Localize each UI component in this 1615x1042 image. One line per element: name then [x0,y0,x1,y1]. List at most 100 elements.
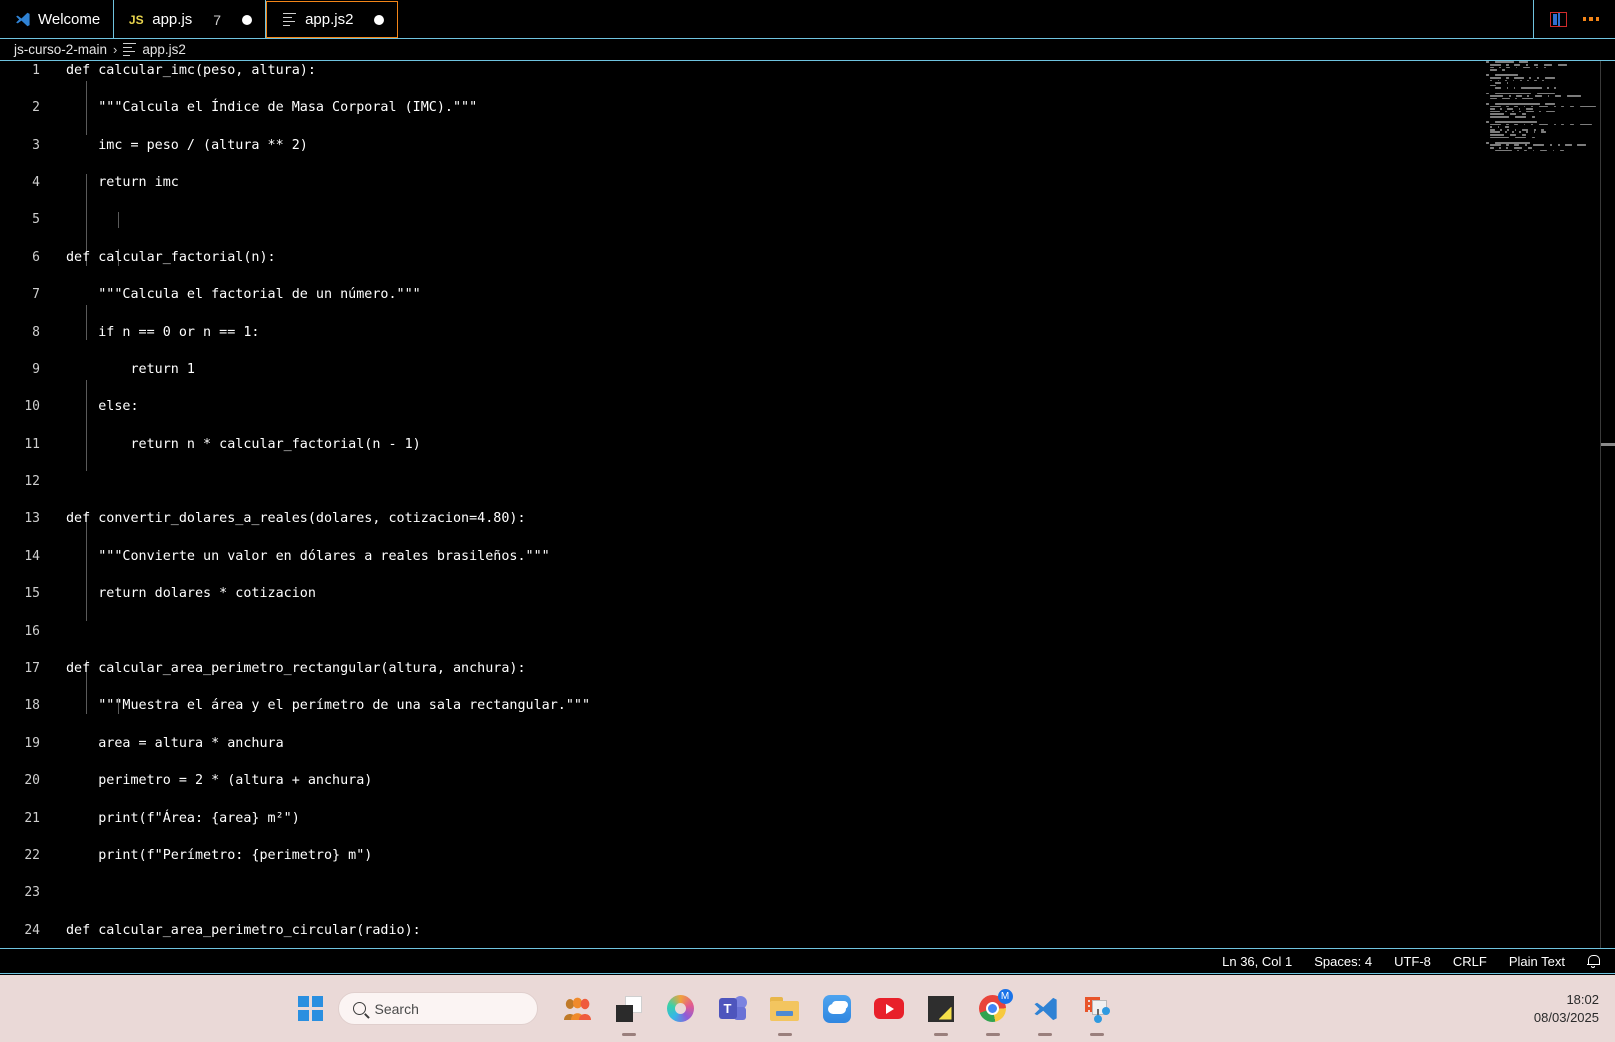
line-number: 14 [24,548,40,564]
breadcrumb-file[interactable]: app.js2 [142,42,186,57]
code-line[interactable]: 16 [0,622,1615,641]
snipping-tool-icon[interactable] [1081,993,1113,1025]
more-actions-icon[interactable] [1582,17,1599,21]
tab-label: Welcome [38,11,101,28]
line-content: """Calcula el Índice de Masa Corporal (I… [66,100,478,116]
code-line[interactable]: 23 [0,884,1615,903]
editor-scrollbar[interactable] [1601,61,1615,948]
line-number: 12 [24,474,40,490]
code-line[interactable]: 11 return n * calcular_factorial(n - 1) [0,435,1615,454]
code-line[interactable]: 22 print(f"Perímetro: {perimetro} m") [0,846,1615,865]
google-chrome-icon[interactable]: M [977,988,1013,1025]
chevron-right-icon: › [113,42,118,57]
minimap-line [1484,152,1597,155]
line-content: def calcular_area_perimetro_rectangular(… [66,661,526,677]
taskbar-clock[interactable]: 18:02 08/03/2025 [1534,975,1599,1042]
code-line[interactable]: 24 def calcular_area_perimetro_circular(r… [0,921,1615,940]
minimap[interactable] [1484,61,1597,948]
youtube-icon[interactable] [873,993,905,1025]
line-number: 24 [24,922,40,938]
line-number: 5 [32,212,40,228]
code-line[interactable]: 12 [0,472,1615,491]
line-content: return 1 [66,361,195,377]
line-number: 17 [24,661,40,677]
bell-icon[interactable] [1587,954,1600,968]
code-line[interactable]: 15 return dolares * cotizacion [0,584,1615,603]
editor-actions [1534,0,1615,38]
tab-app-js2[interactable]: app.js2 [266,1,399,38]
windows-start-icon[interactable] [298,996,323,1021]
editor-tab-bar: Welcome JS app.js 7 app.js2 [0,0,1615,39]
microsoft-teams-icon[interactable]: T [717,993,749,1025]
plaintext-file-icon [280,11,298,29]
line-number: 13 [24,511,40,527]
copilot-icon[interactable] [665,993,697,1025]
task-view-icon[interactable] [613,993,645,1025]
status-indentation[interactable]: Spaces: 4 [1314,954,1372,969]
vscode-window: Welcome JS app.js 7 app.js2 js-curso-2-m… [0,0,1615,1042]
code-line[interactable]: 18 """Muestra el área y el perímetro de … [0,697,1615,716]
status-cursor-position[interactable]: Ln 36, Col 1 [1222,954,1292,969]
file-explorer-icon[interactable] [769,993,801,1025]
line-content: area = altura * anchura [66,735,284,751]
code-line[interactable]: 1 def calcular_imc(peso, altura): [0,61,1615,80]
code-line[interactable]: 17 def calcular_area_perimetro_rectangula… [0,659,1615,678]
code-line[interactable]: 2 """Calcula el Índice de Masa Corporal … [0,98,1615,117]
js-file-icon: JS [128,12,144,27]
line-content: """Convierte un valor en dólares a reale… [66,548,550,564]
line-content: return n * calcular_factorial(n - 1) [66,436,421,452]
code-line[interactable]: 8 if n == 0 or n == 1: [0,323,1615,342]
chrome-profile-badge: M [997,988,1013,1004]
code-line[interactable]: 3 imc = peso / (altura ** 2) [0,136,1615,155]
code-line[interactable]: 20 perimetro = 2 * (altura + anchura) [0,771,1615,790]
line-number: 19 [24,735,40,751]
code-line[interactable]: 7 """Calcula el factorial de un número."… [0,285,1615,304]
line-number: 10 [24,399,40,415]
onedrive-icon[interactable] [821,993,853,1025]
code-line[interactable]: 14 """Convierte un valor en dólares a re… [0,547,1615,566]
tab-bar-empty-space [398,0,1534,38]
search-placeholder: Search [374,1000,419,1017]
teams-letter: T [718,997,737,1019]
unsaved-indicator-dot[interactable] [374,14,385,25]
line-number: 18 [24,698,40,714]
people-icon[interactable] [561,993,593,1025]
line-number: 23 [24,885,40,901]
unsaved-indicator-dot[interactable] [242,14,253,25]
line-number: 9 [32,361,40,377]
line-content: print(f"Área: {area} m²") [66,810,300,826]
tab-welcome[interactable]: Welcome [0,0,115,39]
code-line[interactable]: 4 return imc [0,173,1615,192]
line-content: return imc [66,175,179,190]
line-content: perimetro = 2 * (altura + anchura) [66,773,373,789]
status-eol[interactable]: CRLF [1453,954,1487,969]
code-line[interactable]: 5 [0,211,1615,230]
line-content: """Muestra el área y el perímetro de una… [66,698,591,714]
tab-label: app.js2 [305,11,354,28]
code-line[interactable]: 10 else: [0,397,1615,416]
taskbar-items: Search T M [298,975,1113,1042]
plaintext-file-icon [123,42,137,57]
status-encoding[interactable]: UTF-8 [1394,954,1431,969]
sticky-notes-icon[interactable] [925,993,957,1025]
line-number: 2 [32,100,40,116]
code-line[interactable]: 13 def convertir_dolares_a_reales(dolares… [0,510,1615,529]
search-input[interactable]: Search [337,992,538,1025]
line-content: def convertir_dolares_a_reales(dolares, … [66,511,526,527]
code-lines[interactable]: 1 def calcular_imc(peso, altura): 2 """Cal… [0,61,1615,938]
code-line[interactable]: 9 return 1 [0,360,1615,379]
split-editor-right-icon[interactable] [1549,11,1567,27]
code-editor[interactable]: 1 def calcular_imc(peso, altura): 2 """Cal… [0,61,1615,948]
clock-date: 08/03/2025 [1533,1010,1599,1025]
status-language-mode[interactable]: Plain Text [1509,954,1565,969]
code-line[interactable]: 6 def calcular_factorial(n): [0,248,1615,267]
breadcrumb-folder[interactable]: js-curso-2-main [14,42,107,57]
code-line[interactable]: 21 print(f"Área: {area} m²") [0,809,1615,828]
line-content: print(f"Perímetro: {perimetro} m") [66,847,373,863]
visual-studio-code-icon[interactable] [1029,993,1061,1025]
tab-app-js[interactable]: JS app.js 7 [114,0,267,39]
breadcrumb: js-curso-2-main › app.js2 [0,39,1615,61]
line-number: 6 [32,249,40,265]
code-line[interactable]: 19 area = altura * anchura [0,734,1615,753]
clock-time: 18:02 [1566,992,1599,1007]
